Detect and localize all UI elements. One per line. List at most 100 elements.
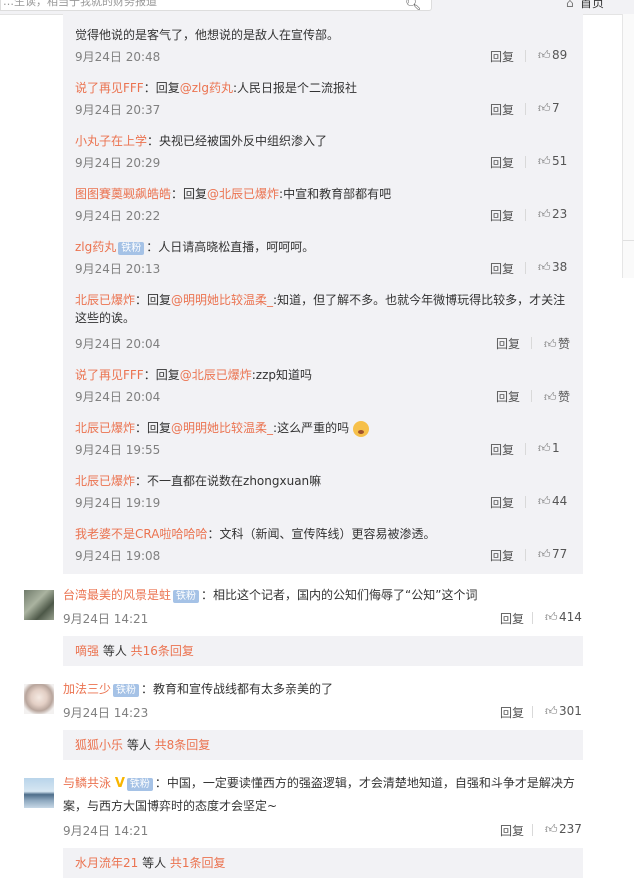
like-button[interactable]: 👍︎51: [538, 154, 567, 169]
sub-comment-text: :人民日报是个二流报社: [233, 81, 358, 95]
comment-username[interactable]: 加法三少: [63, 682, 111, 696]
like-button[interactable]: 👍︎89: [538, 48, 567, 63]
comment-text: ：相比这个记者，国内的公知们侮辱了“公知”这个词: [201, 588, 478, 602]
sub-comment-time: 9月24日 20:04: [75, 337, 161, 351]
like-count: 赞: [558, 390, 571, 404]
like-button[interactable]: 👍︎301: [545, 704, 582, 719]
sub-comment-text: :这么严重的吗: [273, 421, 350, 435]
like-count: 77: [552, 547, 568, 561]
thumb-up-icon: 👍︎: [544, 390, 557, 404]
mention-link[interactable]: @北辰已爆炸: [207, 187, 279, 201]
sub-comment-username[interactable]: zlg药丸: [75, 240, 116, 254]
like-button[interactable]: 👍︎23: [538, 207, 567, 222]
sub-comment-time: 9月24日 19:55: [75, 443, 161, 457]
reply-button[interactable]: 回复: [490, 494, 514, 511]
sub-comment-text-continued: 这些的诶。: [75, 311, 136, 325]
like-button[interactable]: 👍︎7: [538, 101, 560, 116]
sub-comment-time: 9月24日 20:29: [75, 156, 161, 170]
sub-comment-username[interactable]: 说了再见FFF: [75, 81, 144, 95]
reply-prefix: ：回复: [143, 368, 180, 382]
thumb-up-icon: 👍︎: [545, 822, 558, 836]
fan-badge: 铁粉: [118, 242, 145, 255]
comment-time: 9月24日 14:23: [63, 706, 149, 720]
comment-username[interactable]: 台湾最美的风景是蛀: [63, 588, 171, 602]
reply-button[interactable]: 回复: [496, 388, 520, 405]
thumb-up-icon: 👍︎: [545, 610, 558, 624]
sub-comment-username[interactable]: 图图賽薁觋飙皓皓: [75, 187, 171, 201]
sub-comment-time: 9月24日 20:48: [75, 50, 161, 64]
mention-link[interactable]: @北辰已爆炸: [180, 368, 252, 382]
thumb-up-icon: 👍︎: [538, 48, 551, 62]
fan-badge: 铁粉: [113, 684, 140, 697]
comment-username[interactable]: 与鳞共泳: [63, 776, 111, 790]
reply-button[interactable]: 回复: [500, 704, 524, 721]
view-replies-link[interactable]: 共8条回复: [155, 738, 211, 752]
summary-user-link[interactable]: 狐狐小乐: [75, 738, 123, 752]
sub-comment-text: 觉得他说的是客气了，他想说的是敌人在宣传部。: [75, 28, 340, 42]
view-replies-link[interactable]: 共1条回复: [170, 856, 226, 870]
sub-comment-username[interactable]: 我老婆不是CRA啦哈哈哈: [75, 527, 207, 541]
sub-comment-username[interactable]: 北辰已爆炸: [75, 421, 135, 435]
reply-button[interactable]: 回复: [490, 547, 514, 564]
reply-prefix: ：回复: [171, 187, 208, 201]
thumb-up-icon: 👍︎: [544, 337, 557, 351]
like-button[interactable]: 👍︎赞: [544, 335, 570, 352]
summary-user-link[interactable]: 水月流年21: [75, 856, 138, 870]
sub-comment-username[interactable]: 北辰已爆炸: [75, 474, 135, 488]
view-replies-link[interactable]: 共16条回复: [131, 644, 194, 658]
like-count: 1: [552, 441, 560, 455]
sub-comment-time: 9月24日 19:19: [75, 496, 161, 510]
thumb-up-icon: 👍︎: [538, 547, 551, 561]
reply-summary[interactable]: 嘀强 等人 共16条回复: [63, 636, 583, 666]
like-button[interactable]: 👍︎38: [538, 260, 567, 275]
avatar[interactable]: [24, 590, 54, 620]
comment-time: 9月24日 14:21: [63, 824, 149, 838]
like-button[interactable]: 👍︎237: [545, 822, 582, 837]
like-count: 237: [559, 822, 582, 836]
reply-prefix: ：回复: [143, 81, 180, 95]
reply-button[interactable]: 回复: [490, 441, 514, 458]
sub-comment-time: 9月24日 20:13: [75, 262, 161, 276]
sub-comment-text: ：央视已经被国外反中组织渗入了: [147, 134, 328, 148]
like-button[interactable]: 👍︎414: [545, 610, 582, 625]
like-count: 44: [552, 494, 568, 508]
like-count: 301: [559, 704, 582, 718]
comment-time: 9月24日 14:21: [63, 612, 149, 626]
like-button[interactable]: 👍︎赞: [544, 388, 570, 405]
like-button[interactable]: 👍︎77: [538, 547, 567, 562]
sub-comment-username[interactable]: 说了再见FFF: [75, 368, 144, 382]
reply-button[interactable]: 回复: [490, 207, 514, 224]
reply-button[interactable]: 回复: [500, 822, 524, 839]
sub-comment-text: :知道，但了解不多。也就今年微博玩得比较多，才关注: [273, 293, 566, 307]
sub-comment-username[interactable]: 北辰已爆炸: [75, 293, 135, 307]
reply-button[interactable]: 回复: [490, 260, 514, 277]
reply-prefix: ：回复: [135, 421, 172, 435]
sub-comment-text: ：文科（新闻、宣传阵线）更容易被渗透。: [207, 527, 436, 541]
like-count: 23: [552, 207, 568, 221]
sub-comment-list: 觉得他说的是客气了，他想说的是敌人在宣传部。 9月24日 20:48 回复 👍︎89 说…: [63, 14, 583, 574]
reply-summary[interactable]: 水月流年21 等人 共1条回复: [63, 848, 583, 878]
reply-button[interactable]: 回复: [490, 48, 514, 65]
mention-link[interactable]: @明明她比较温柔_: [171, 421, 273, 435]
sub-comment-time: 9月24日 20:37: [75, 103, 161, 117]
summary-user-link[interactable]: 嘀强: [75, 644, 99, 658]
sub-comment-time: 9月24日 20:22: [75, 209, 161, 223]
fan-badge: 铁粉: [126, 778, 153, 791]
thumb-up-icon: 👍︎: [538, 494, 551, 508]
like-button[interactable]: 👍︎44: [538, 494, 567, 509]
mention-link[interactable]: @明明她比较温柔_: [171, 293, 273, 307]
avatar[interactable]: [24, 684, 54, 714]
reply-summary[interactable]: 狐狐小乐 等人 共8条回复: [63, 730, 583, 760]
reply-button[interactable]: 回复: [500, 610, 524, 627]
sub-comment-username[interactable]: 小丸子在上学: [75, 134, 147, 148]
reply-button[interactable]: 回复: [496, 335, 520, 352]
avatar[interactable]: [24, 778, 54, 808]
like-button[interactable]: 👍︎1: [538, 441, 560, 456]
mention-link[interactable]: @zlg药丸: [180, 81, 233, 95]
sub-comment-text: :zzp知道吗: [251, 368, 313, 382]
thumb-up-icon: 👍︎: [538, 260, 551, 274]
reply-button[interactable]: 回复: [490, 101, 514, 118]
thumb-up-icon: 👍︎: [538, 207, 551, 221]
reply-button[interactable]: 回复: [490, 154, 514, 171]
like-count: 414: [559, 610, 582, 624]
